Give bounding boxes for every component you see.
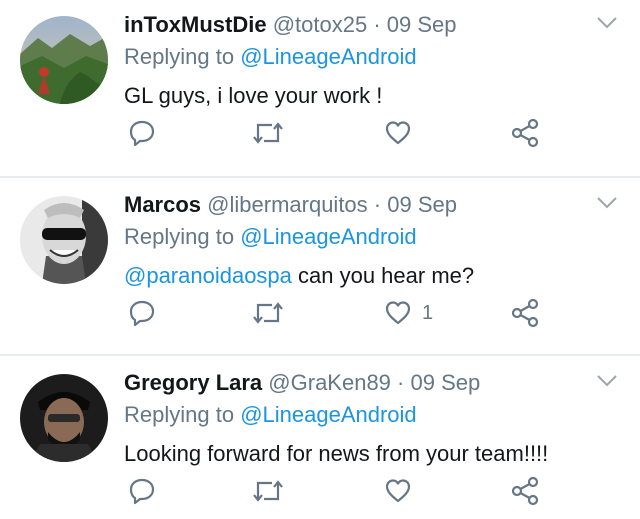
tweet-actions: 1 [0, 296, 640, 330]
avatar[interactable] [20, 16, 108, 104]
share-icon [511, 476, 539, 506]
share-icon [511, 298, 539, 328]
replying-to: Replying to @LineageAndroid [124, 402, 417, 428]
avatar[interactable] [20, 374, 108, 462]
separator: · [373, 192, 382, 217]
share-button[interactable] [510, 296, 540, 330]
heart-icon [385, 121, 411, 145]
divider [0, 354, 640, 356]
chevron-down-icon[interactable] [596, 16, 618, 30]
display-name[interactable]: Marcos [124, 192, 201, 217]
tweet[interactable]: inToxMustDie @totox25 · 09 Sep Replying … [0, 0, 640, 176]
share-icon [511, 118, 539, 148]
tweet-text: Looking forward for news from your team!… [124, 441, 548, 467]
chevron-down-icon[interactable] [596, 374, 618, 388]
tweet-header: inToxMustDie @totox25 · 09 Sep [124, 12, 457, 38]
tweet-text: @paranoidaospa can you hear me? [124, 263, 474, 289]
replying-to-label: Replying to [124, 402, 235, 427]
tweet-text: GL guys, i love your work ! [124, 83, 382, 109]
user-handle[interactable]: @GraKen89 [268, 370, 391, 395]
tweet-actions [0, 474, 640, 508]
share-button[interactable] [510, 116, 540, 150]
like-button[interactable] [384, 116, 422, 150]
tweet[interactable]: Marcos @libermarquitos · 09 Sep Replying… [0, 180, 640, 352]
display-name[interactable]: inToxMustDie [124, 12, 267, 37]
reply-button[interactable] [128, 116, 156, 150]
reply-icon [129, 300, 155, 327]
retweet-icon [253, 302, 283, 324]
retweet-button[interactable] [252, 474, 284, 508]
replying-to-label: Replying to [124, 44, 235, 69]
replying-to-mention[interactable]: @LineageAndroid [240, 402, 416, 427]
tweet-body: Looking forward for news from your team!… [124, 441, 549, 466]
heart-icon [385, 301, 411, 325]
heart-icon [385, 479, 411, 503]
replying-to: Replying to @LineageAndroid [124, 224, 417, 250]
retweet-icon [253, 480, 283, 502]
retweet-button[interactable] [252, 116, 284, 150]
reply-icon [129, 478, 155, 505]
like-count: 1 [422, 301, 434, 324]
tweet-mention[interactable]: @paranoidaospa [124, 263, 292, 288]
tweet[interactable]: Gregory Lara @GraKen89 · 09 Sep Replying… [0, 358, 640, 519]
like-button[interactable]: 1 [384, 296, 433, 330]
retweet-icon [253, 122, 283, 144]
reply-icon [129, 120, 155, 147]
tweet-body: GL guys, i love your work ! [124, 83, 383, 108]
tweet-body: can you hear me? [291, 263, 475, 288]
share-button[interactable] [510, 474, 540, 508]
tweet-actions [0, 116, 640, 150]
reply-button[interactable] [128, 474, 156, 508]
avatar[interactable] [20, 196, 108, 284]
replying-to-label: Replying to [124, 224, 235, 249]
replying-to: Replying to @LineageAndroid [124, 44, 417, 70]
user-handle[interactable]: @libermarquitos [207, 192, 368, 217]
replying-to-mention[interactable]: @LineageAndroid [240, 224, 416, 249]
tweet-date[interactable]: 09 Sep [387, 12, 457, 37]
like-button[interactable] [384, 474, 422, 508]
tweet-header: Marcos @libermarquitos · 09 Sep [124, 192, 457, 218]
display-name[interactable]: Gregory Lara [124, 370, 262, 395]
tweet-date[interactable]: 09 Sep [411, 370, 481, 395]
divider [0, 176, 640, 178]
replying-to-mention[interactable]: @LineageAndroid [240, 44, 416, 69]
separator: · [397, 370, 405, 395]
tweet-header: Gregory Lara @GraKen89 · 09 Sep [124, 370, 480, 396]
reply-button[interactable] [128, 296, 156, 330]
tweet-date[interactable]: 09 Sep [387, 192, 457, 217]
separator: · [373, 12, 381, 37]
retweet-button[interactable] [252, 296, 284, 330]
user-handle[interactable]: @totox25 [273, 12, 368, 37]
chevron-down-icon[interactable] [596, 196, 618, 210]
